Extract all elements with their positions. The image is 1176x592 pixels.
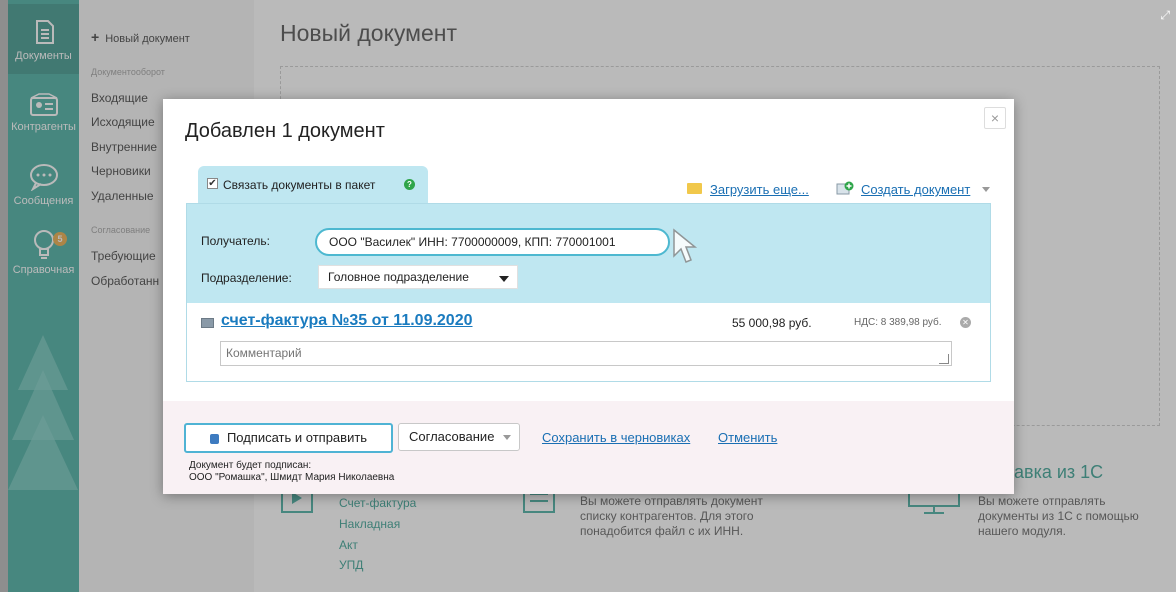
dialog-title: Добавлен 1 документ <box>185 120 385 142</box>
expand-icon[interactable]: ⤢ <box>1160 8 1170 23</box>
recipient-label: Получатель: <box>201 234 270 248</box>
close-icon[interactable]: × <box>984 107 1006 129</box>
resize-handle-icon[interactable] <box>939 354 949 364</box>
recipient-name: ООО "Василек" <box>329 235 416 249</box>
cancel-link[interactable]: Отменить <box>718 430 777 445</box>
upload-more-link[interactable]: Загрузить еще... <box>710 182 809 197</box>
window-edge-strip <box>0 0 8 592</box>
document-vat: НДС: 8 389,98 руб. <box>854 317 942 328</box>
added-documents-dialog: × Добавлен 1 документ ✔ Связать документ… <box>163 99 1014 494</box>
remove-document-icon[interactable]: ✕ <box>960 317 971 328</box>
link-to-package-tab[interactable]: ✔ Связать документы в пакет ? <box>198 166 428 204</box>
division-value: Головное подразделение <box>328 270 469 284</box>
chevron-down-icon <box>503 435 511 440</box>
help-icon[interactable]: ? <box>404 179 415 190</box>
document-file-icon <box>201 318 214 328</box>
recipient-ids: ИНН: 7700000009, КПП: 770001001 <box>418 235 616 249</box>
sign-and-send-label: Подписать и отправить <box>226 430 368 445</box>
division-select[interactable]: Головное подразделение <box>318 265 518 289</box>
document-row: счет-фактура №35 от 11.09.2020 55 000,98… <box>186 303 991 382</box>
dialog-footer: Подписать и отправить Согласование Сохра… <box>163 401 1014 494</box>
recipient-panel: Получатель: ООО "Василек" ИНН: 770000000… <box>186 203 991 303</box>
document-amount: 55 000,98 руб. <box>732 316 812 330</box>
signer-name: ООО "Ромашка", Шмидт Мария Николаевна <box>189 472 395 483</box>
create-document-icon <box>836 181 854 195</box>
sign-and-send-button[interactable]: Подписать и отправить <box>184 423 393 453</box>
signed-by-label: Документ будет подписан: <box>189 460 312 471</box>
create-document-link[interactable]: Создать документ <box>861 182 970 197</box>
comment-input[interactable] <box>220 341 952 366</box>
signature-icon <box>209 433 219 444</box>
recipient-field[interactable]: ООО "Василек" ИНН: 7700000009, КПП: 7700… <box>315 228 670 256</box>
save-to-drafts-link[interactable]: Сохранить в черновиках <box>542 430 690 445</box>
division-label: Подразделение: <box>201 271 292 285</box>
mouse-cursor-icon <box>673 228 698 263</box>
chevron-down-icon[interactable] <box>982 187 990 192</box>
document-title-link[interactable]: счет-фактура №35 от 11.09.2020 <box>221 312 473 330</box>
dropdown-arrow-icon <box>499 276 509 282</box>
approval-dropdown-button[interactable]: Согласование <box>398 423 520 451</box>
package-label: Связать документы в пакет <box>223 178 376 192</box>
folder-icon <box>687 183 702 194</box>
approval-label: Согласование <box>409 429 495 444</box>
package-checkbox[interactable]: ✔ <box>207 178 218 189</box>
